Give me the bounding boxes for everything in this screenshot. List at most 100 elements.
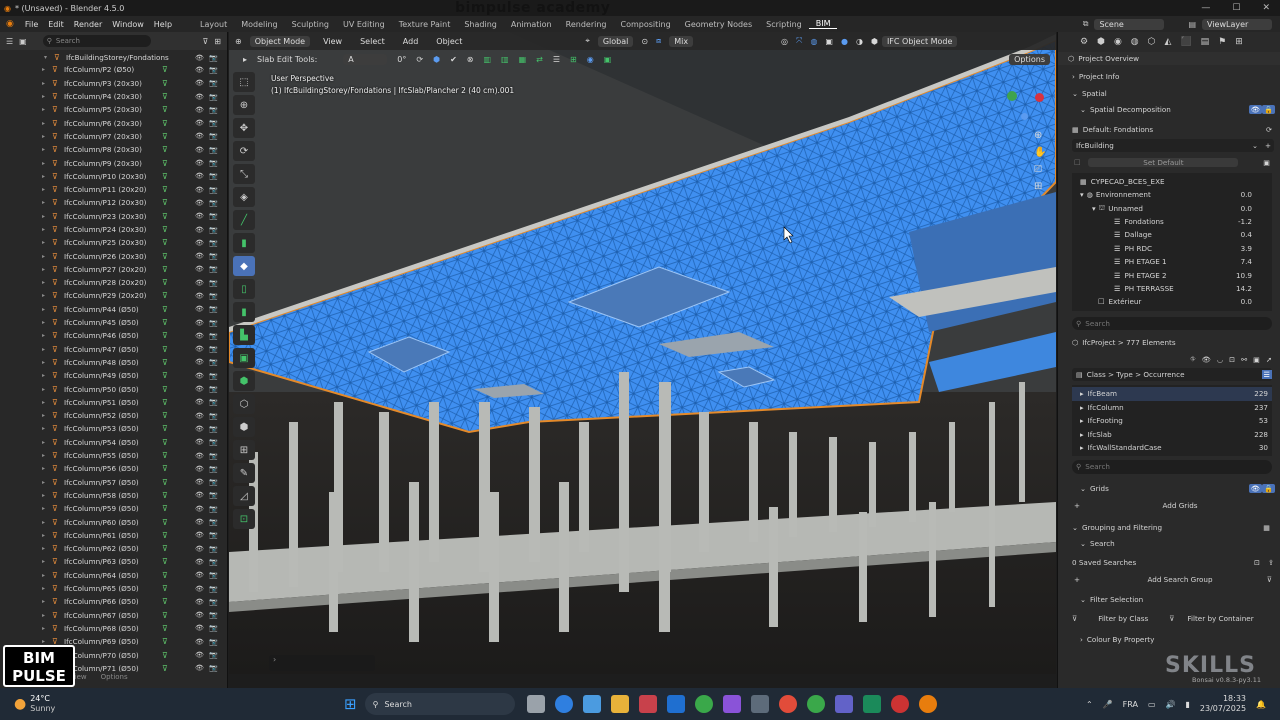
add-icon[interactable]: + — [1074, 575, 1080, 584]
expand-icon[interactable]: ▸ — [42, 492, 52, 499]
modifier-icon[interactable]: ⊽ — [162, 291, 168, 300]
render-camera-icon[interactable]: 📷 — [209, 478, 218, 486]
modifier-icon[interactable]: ⊽ — [162, 105, 168, 114]
teams-icon[interactable] — [834, 695, 853, 713]
eye-icon[interactable]: 👁 — [1202, 355, 1211, 364]
project-info-row[interactable]: › Project Info — [1058, 69, 1280, 82]
visibility-eye-icon[interactable]: 👁 — [195, 172, 204, 180]
visibility-eye-icon[interactable]: 👁 — [195, 106, 204, 114]
blender-task-icon[interactable] — [918, 695, 937, 713]
ifc-column[interactable] — [479, 402, 490, 572]
expand-icon[interactable]: ▸ — [42, 199, 52, 206]
outliner-row[interactable]: ▸ ⊽ IfcColumn/P3 (20x30) ⊽ 👁 📷 — [0, 77, 227, 90]
render-camera-icon[interactable]: 📷 — [209, 425, 218, 433]
weather-widget[interactable]: ● 24°C Sunny — [14, 694, 164, 714]
outliner-row[interactable]: ▸ ⊽ IfcColumn/P66 (Ø50) ⊽ 👁 📷 — [0, 595, 227, 608]
visibility-eye-icon[interactable]: 👁 — [195, 651, 204, 659]
visibility-eye-icon[interactable]: 👁 — [195, 638, 204, 646]
object-mode-dropdown[interactable]: Object Mode — [249, 35, 311, 47]
expand-icon[interactable]: ▸ — [42, 479, 52, 486]
overlay-icon[interactable]: ◍ — [810, 37, 817, 46]
render-camera-icon[interactable]: 📷 — [209, 624, 218, 632]
menu-add[interactable]: Add — [398, 37, 424, 46]
modifier-icon[interactable]: ⊽ — [162, 411, 168, 420]
modifier-icon[interactable]: ⊽ — [162, 385, 168, 394]
xbox-icon[interactable] — [694, 695, 713, 713]
visibility-eye-icon[interactable]: 👁 — [195, 518, 204, 526]
layers-icon[interactable]: ☰ — [553, 55, 560, 64]
structure-tab-icon[interactable]: ▤ — [1201, 37, 1210, 47]
visibility-eye-icon[interactable]: 👁 — [195, 372, 204, 380]
expand-icon[interactable]: ▸ — [42, 612, 52, 619]
expand-icon[interactable]: ▸ — [42, 465, 52, 472]
render-camera-icon[interactable]: 📷 — [209, 54, 218, 62]
render-camera-icon[interactable]: 📷 — [209, 651, 218, 659]
ifc-column[interactable] — [619, 372, 629, 592]
3d-viewport[interactable]: ⊕ Object Mode View Select Add Object ⌖ G… — [229, 32, 1056, 674]
visibility-eye-icon[interactable]: 👁 — [195, 478, 204, 486]
add-cube-tool-icon[interactable]: ⊡ — [233, 509, 255, 529]
proportional-edit-icon[interactable]: ◎ — [781, 37, 788, 46]
gizmo-icon[interactable]: ⤧ — [796, 36, 802, 46]
stair-tool-icon[interactable]: ▙ — [233, 325, 255, 345]
render-camera-icon[interactable]: 📷 — [209, 465, 218, 473]
visibility-eye-icon[interactable]: 👁 — [195, 598, 204, 606]
lock-icon[interactable]: 🔒 — [1262, 483, 1275, 493]
visibility-eye-icon[interactable]: 👁 — [195, 265, 204, 273]
visibility-eye-icon[interactable]: 👁 — [195, 132, 204, 140]
expand-icon[interactable]: ▸ — [42, 359, 52, 366]
options-button[interactable]: Options — [1009, 53, 1050, 65]
scene-selector[interactable]: Scene — [1094, 18, 1165, 30]
tab-sculpting[interactable]: Sculpting — [285, 20, 336, 29]
tab-texture-paint[interactable]: Texture Paint — [392, 20, 458, 29]
modifier-icon[interactable]: ⊽ — [162, 518, 168, 527]
refresh-icon[interactable]: ⟳ — [1266, 125, 1272, 134]
outliner-row[interactable]: ▸ ⊽ IfcColumn/P25 (20x30) ⊽ 👁 📷 — [0, 236, 227, 249]
box-tool-icon[interactable]: ⬢ — [233, 371, 255, 391]
expand-icon[interactable]: ▸ — [42, 253, 52, 260]
class-row-ifcbeam[interactable]: ▸ IfcBeam 229 — [1072, 387, 1272, 401]
slab-tool-icon[interactable]: ◆ — [233, 256, 255, 276]
minimize-button[interactable]: — — [1201, 3, 1210, 13]
modifier-icon[interactable]: ⊽ — [162, 584, 168, 593]
outliner-row[interactable]: ▸ ⊽ IfcColumn/P2 (Ø50) ⊽ 👁 📷 — [0, 63, 227, 76]
render-camera-icon[interactable]: 📷 — [209, 332, 218, 340]
outliner-row[interactable]: ▸ ⊽ IfcColumn/P29 (20x20) ⊽ 👁 📷 — [0, 289, 227, 302]
outlook-icon[interactable] — [666, 695, 685, 713]
project-overview-header[interactable]: ⬡ Project Overview — [1058, 52, 1280, 66]
visibility-eye-icon[interactable]: 👁 — [195, 452, 204, 460]
expand-icon[interactable]: ▸ — [42, 239, 52, 246]
modifier-icon[interactable]: ⊽ — [162, 424, 168, 433]
expand-icon[interactable]: ▸ — [42, 292, 52, 299]
snap-mode-dropdown[interactable]: Mix — [669, 35, 694, 47]
ifc-column[interactable] — [329, 492, 338, 632]
tab-scripting[interactable]: Scripting — [759, 20, 809, 29]
ifc-column[interactable] — [909, 432, 916, 522]
transform-tool-icon[interactable]: ◈ — [233, 187, 255, 207]
visibility-eye-icon[interactable]: 👁 — [195, 505, 204, 513]
visibility-eye-icon[interactable]: 👁 — [195, 279, 204, 287]
ifc-column[interactable] — [579, 422, 589, 552]
expand-icon[interactable]: ▸ — [42, 186, 52, 193]
tool-tab-icon[interactable]: ⚙ — [1080, 37, 1088, 47]
outliner-row[interactable]: ▸ ⊽ IfcColumn/P53 (Ø50) ⊽ 👁 📷 — [0, 422, 227, 435]
visibility-eye-icon[interactable]: 👁 — [195, 332, 204, 340]
pivot-icon[interactable]: ⊙ — [641, 37, 648, 46]
refresh-icon[interactable]: ⟳ — [416, 55, 423, 64]
expand-icon[interactable]: ▸ — [42, 226, 52, 233]
render-camera-icon[interactable]: 📷 — [209, 664, 218, 672]
modifier-icon[interactable]: ⊽ — [162, 358, 168, 367]
modifier-icon[interactable]: ⊽ — [162, 145, 168, 154]
vpn-icon[interactable] — [722, 695, 741, 713]
ifc-column[interactable] — [379, 412, 389, 572]
visibility-eye-icon[interactable]: 👁 — [195, 345, 204, 353]
outliner-row[interactable]: ▸ ⊽ IfcColumn/P26 (20x30) ⊽ 👁 📷 — [0, 249, 227, 262]
select-box-tool-icon[interactable]: ⬚ — [233, 72, 255, 92]
modifier-icon[interactable]: ⊽ — [162, 504, 168, 513]
expand-icon[interactable]: ▸ — [42, 585, 52, 592]
visibility-eye-icon[interactable]: 👁 — [195, 611, 204, 619]
tab-uv-editing[interactable]: UV Editing — [336, 20, 392, 29]
render-camera-icon[interactable]: 📷 — [209, 132, 218, 140]
filter-options-icon[interactable]: ▦ — [1263, 523, 1270, 532]
outliner-row[interactable]: ▸ ⊽ IfcColumn/P62 (Ø50) ⊽ 👁 📷 — [0, 542, 227, 555]
